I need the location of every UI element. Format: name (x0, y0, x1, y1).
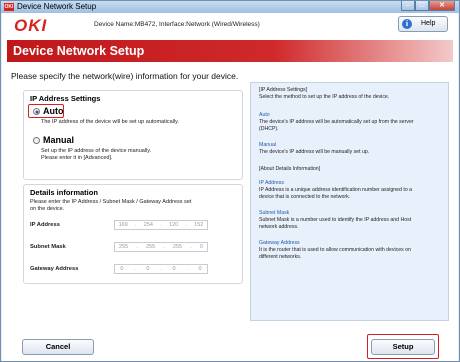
manual-radio[interactable] (33, 137, 40, 144)
instruction-text: Please specify the network(wire) informa… (11, 71, 239, 81)
window-title: Device Network Setup (17, 2, 97, 11)
details-title: Details information (30, 188, 98, 197)
page-title-banner: Device Network Setup (7, 40, 453, 62)
help-subnet-heading: Subnet Mask (259, 210, 290, 216)
help-details-heading: [About Details Information] (259, 166, 321, 172)
gateway-octet: 0 (198, 266, 202, 272)
help-auto-text-line2: (DHCP). (259, 126, 279, 132)
gateway-address-field[interactable]: 0. 0. 0. 0 (114, 264, 208, 274)
subnet-octet: 255 (145, 244, 156, 250)
help-ip-heading: IP Address (259, 180, 284, 186)
application-window: OKI Device Network Setup – □ ✕ OKI Devic… (0, 0, 460, 362)
app-icon: OKI (4, 3, 14, 11)
help-ip-settings-heading: [IP Address Settings] (259, 87, 308, 93)
help-ip-settings-text: Select the method to set up the IP addre… (259, 94, 390, 100)
oki-logo: OKI (14, 16, 48, 35)
ip-octet: 254 (143, 222, 153, 228)
device-info: Device Name:MB472, Interface:Network (Wi… (94, 21, 260, 28)
help-button[interactable]: i Help (398, 16, 448, 32)
manual-description-line2: Please enter it in [Advanced]. (41, 155, 113, 161)
help-auto-text-line1: The device's IP address will be automati… (259, 119, 414, 125)
help-ip-text-line2: device that is connected to the network. (259, 194, 351, 200)
client-area: OKI Device Name:MB472, Interface:Network… (2, 13, 458, 361)
details-information-group: Details information Please enter the IP … (23, 184, 243, 284)
gateway-address-label: Gateway Address (30, 266, 79, 272)
cancel-button[interactable]: Cancel (22, 339, 94, 355)
help-manual-heading: Manual (259, 142, 277, 148)
help-subnet-text-line2: network address. (259, 224, 299, 230)
subnet-mask-label: Subnet Mask (30, 244, 66, 250)
info-icon: i (402, 19, 412, 29)
details-description-line2: on the device. (30, 206, 65, 212)
title-bar: OKI Device Network Setup – □ ✕ (1, 1, 459, 13)
help-gateway-text-line1: It is the router that is used to allow c… (259, 247, 411, 253)
help-gateway-heading: Gateway Address (259, 240, 300, 246)
ip-address-settings-group: IP Address Settings Auto The IP address … (23, 90, 243, 180)
auto-radio[interactable] (33, 108, 40, 115)
help-subnet-text-line1: Subnet Mask is a number used to identify… (259, 217, 412, 223)
auto-description: The IP address of the device will be set… (41, 119, 179, 125)
header: OKI Device Name:MB472, Interface:Network… (2, 13, 458, 37)
help-auto-heading: Auto (259, 112, 270, 118)
close-button[interactable]: ✕ (429, 1, 455, 11)
window-controls: – □ ✕ (401, 1, 455, 12)
help-manual-text: The device's IP address will be manually… (259, 149, 370, 155)
ip-settings-title: IP Address Settings (30, 94, 101, 103)
ip-address-field[interactable]: 169. 254. 120. 152 (114, 220, 208, 230)
ip-octet: 152 (194, 222, 204, 228)
help-ip-text-line1: IP Address is a unique address identific… (259, 187, 413, 193)
ip-octet: 169 (118, 222, 128, 228)
minimize-button[interactable]: – (401, 1, 415, 11)
maximize-button[interactable]: □ (415, 1, 429, 11)
help-button-label: Help (421, 20, 436, 27)
gateway-octet: 0 (146, 266, 150, 272)
setup-button[interactable]: Setup (371, 339, 435, 355)
subnet-octet: 255 (172, 244, 183, 250)
subnet-octet: 255 (119, 244, 129, 250)
subnet-mask-field[interactable]: 255. 255. 255. 0 (114, 242, 208, 252)
ip-address-label: IP Address (30, 222, 60, 228)
gateway-octet: 0 (172, 266, 176, 272)
subnet-octet: 0 (199, 244, 203, 250)
auto-label[interactable]: Auto (43, 106, 64, 117)
ip-octet: 120 (168, 222, 179, 228)
help-panel: [IP Address Settings] Select the method … (250, 82, 449, 321)
help-gateway-text-line2: different networks. (259, 254, 302, 260)
page-title: Device Network Setup (13, 44, 145, 58)
manual-label[interactable]: Manual (43, 135, 74, 146)
gateway-octet: 0 (120, 266, 124, 272)
